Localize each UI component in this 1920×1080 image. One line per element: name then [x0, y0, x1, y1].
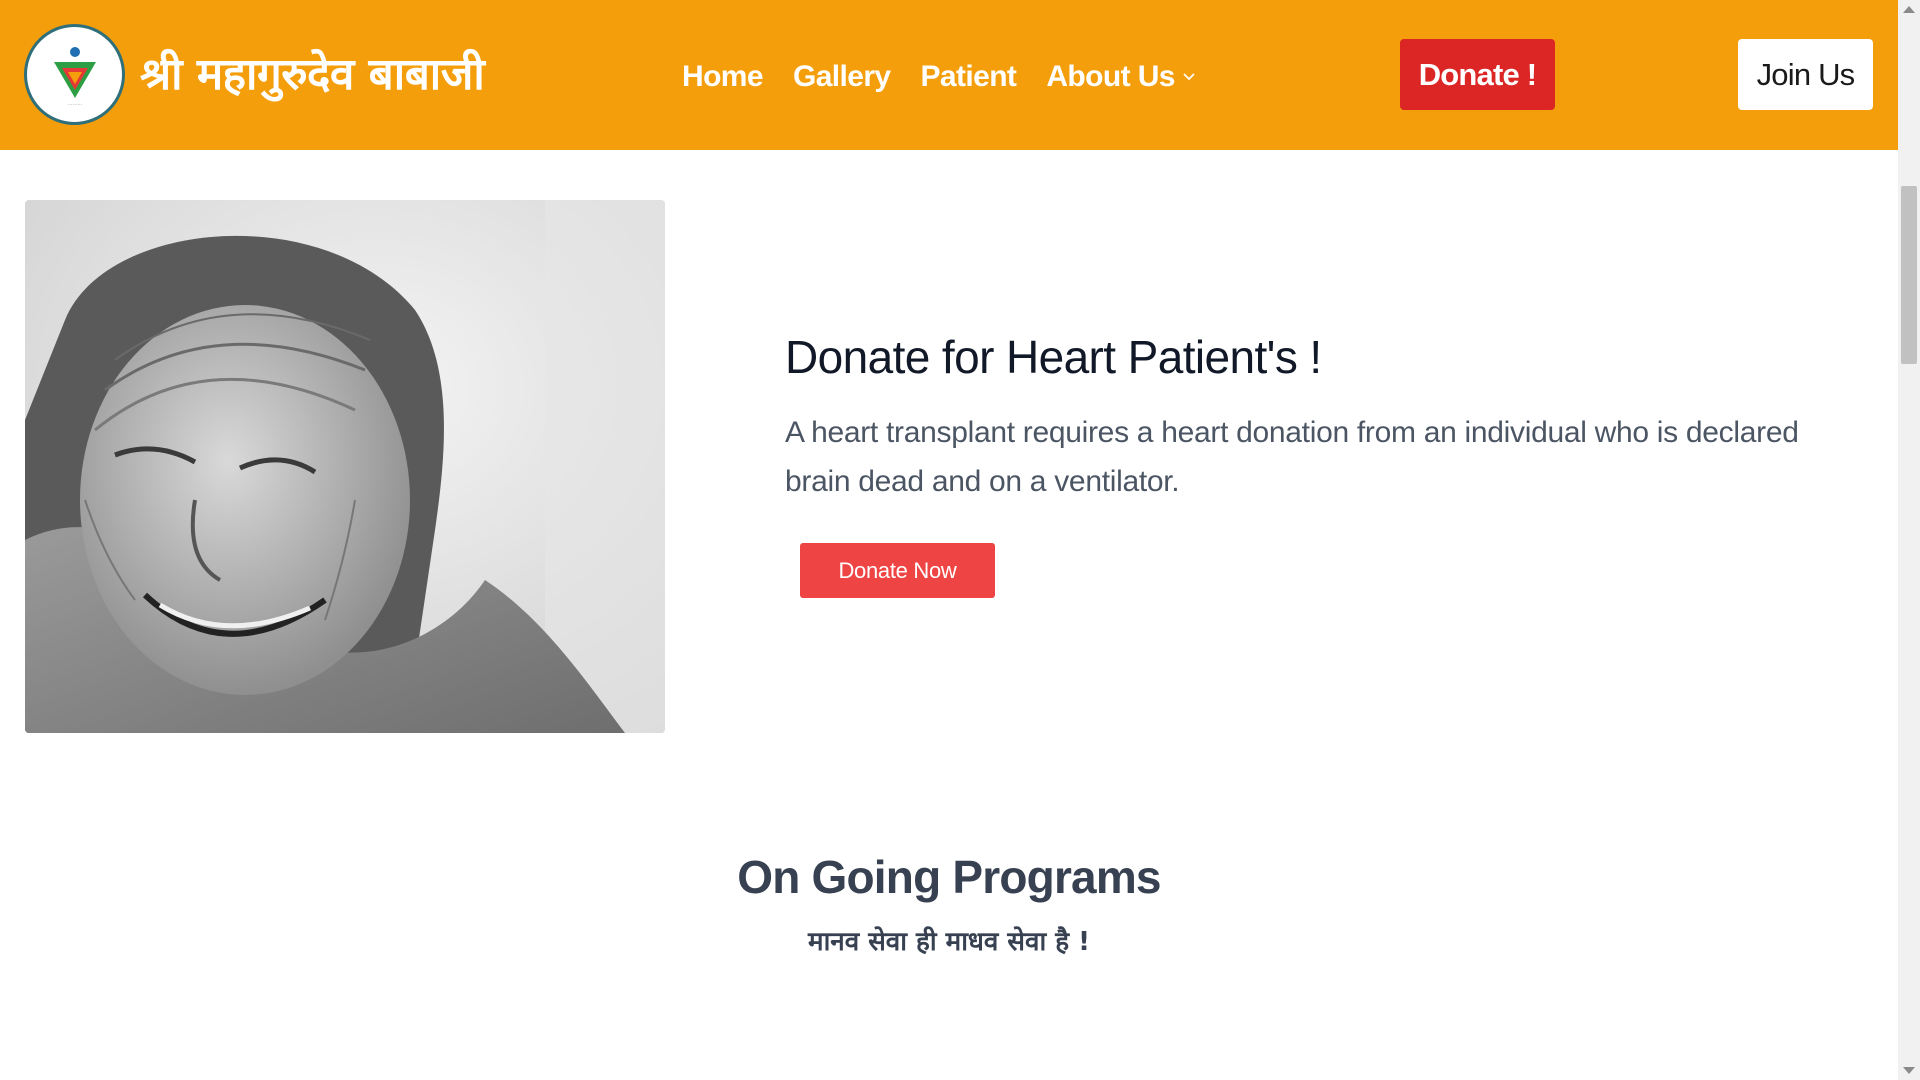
scroll-thumb[interactable]	[1901, 186, 1917, 364]
programs-title: On Going Programs	[737, 851, 1161, 903]
nav-gallery[interactable]: Gallery	[793, 60, 891, 94]
nav-about-us[interactable]: About Us	[1046, 60, 1195, 94]
join-us-button[interactable]: Join Us	[1738, 39, 1873, 110]
donate-now-button[interactable]: Donate Now	[800, 543, 995, 598]
site-logo[interactable]: ·········	[24, 24, 125, 125]
donate-header-button[interactable]: Donate !	[1400, 39, 1555, 110]
elderly-woman-photo	[25, 200, 665, 733]
brand-name[interactable]: श्री महागुरुदेव बाबाजी	[140, 44, 485, 106]
scroll-up-icon[interactable]	[1903, 6, 1915, 13]
site-header: ········· श्री महागुरुदेव बाबाजी Home Ga…	[0, 0, 1898, 150]
hero-title: Donate for Heart Patient's !	[785, 331, 1322, 383]
programs-subtitle: मानव सेवा ही माधव सेवा है !	[808, 927, 1090, 957]
main-nav: Home Gallery Patient About Us	[682, 52, 1225, 102]
nav-about-us-label: About Us	[1046, 60, 1175, 93]
hero-description: A heart transplant requires a heart dona…	[785, 416, 1799, 498]
chevron-down-icon	[1183, 73, 1195, 81]
svg-text:·········: ·········	[67, 102, 82, 108]
nav-home[interactable]: Home	[682, 60, 764, 94]
logo-emblem-icon: ·········	[53, 46, 96, 108]
scroll-down-icon[interactable]	[1903, 1067, 1915, 1074]
nav-patient[interactable]: Patient	[921, 60, 1017, 94]
page-scrollbar[interactable]	[1898, 0, 1920, 1080]
